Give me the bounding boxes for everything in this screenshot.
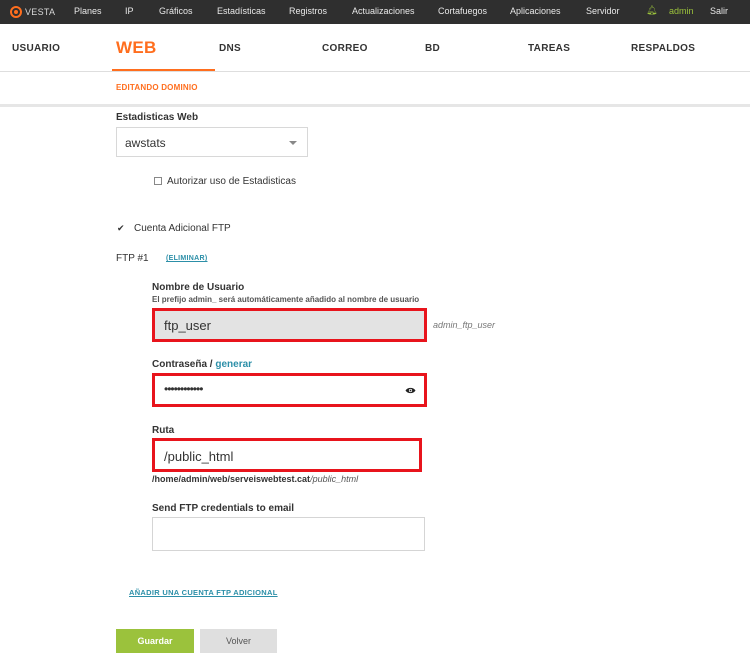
tab-usuario[interactable]: USUARIO	[12, 43, 60, 54]
chevron-down-icon	[289, 141, 297, 145]
username-full: admin_ftp_user	[433, 320, 496, 330]
email-label: Send FTP credentials to email	[152, 503, 295, 514]
breadcrumb: EDITANDO DOMINIO	[116, 83, 198, 92]
tab-correo[interactable]: CORREO	[322, 43, 368, 54]
password-value: ••••••••••••	[164, 382, 203, 396]
username-value: ftp_user	[164, 318, 211, 333]
add-ftp-link[interactable]: AÑADIR UNA CUENTA FTP ADICIONAL	[129, 588, 278, 597]
path-full: /home/admin/web/serveiswebtest.cat/publi…	[152, 474, 358, 484]
path-value: /public_html	[164, 449, 234, 464]
menu-actualizaciones[interactable]: Actualizaciones	[352, 6, 415, 16]
save-button[interactable]: Guardar	[116, 629, 194, 653]
path-full-base: /home/admin/web/serveiswebtest.cat	[152, 474, 311, 484]
menu-ip[interactable]: IP	[125, 6, 134, 16]
menu-servidor[interactable]: Servidor	[586, 6, 620, 16]
password-input[interactable]: ••••••••••••	[152, 373, 427, 407]
menu-graficos[interactable]: Gráficos	[159, 6, 193, 16]
tab-bd[interactable]: BD	[425, 43, 440, 54]
menu-cortafuegos[interactable]: Cortafuegos	[438, 6, 487, 16]
bell-icon[interactable]: 🔔︎	[646, 5, 657, 16]
tab-web[interactable]: WEB	[116, 38, 157, 58]
vesta-logo-icon	[10, 6, 22, 18]
top-bar: VESTA Planes IP Gráficos Estadísticas Re…	[0, 0, 750, 24]
logo-text: VESTA	[25, 7, 56, 17]
menu-estadisticas[interactable]: Estadísticas	[217, 6, 266, 16]
email-input[interactable]	[152, 517, 425, 551]
stats-label: Estadisticas Web	[116, 112, 199, 123]
tab-respaldos[interactable]: RESPALDOS	[631, 43, 695, 54]
menu-aplicaciones[interactable]: Aplicaciones	[510, 6, 561, 16]
username-label: Nombre de Usuario	[152, 282, 245, 293]
stats-select[interactable]: awstats	[116, 127, 308, 157]
stats-auth-label: Autorizar uso de Estadisticas	[167, 176, 296, 187]
back-button[interactable]: Volver	[200, 629, 277, 653]
logout-link[interactable]: Salir	[710, 6, 728, 16]
eye-icon[interactable]	[405, 387, 416, 394]
ftp-title: FTP #1	[116, 253, 149, 264]
ftp-account-checkbox[interactable]: ✔	[117, 224, 125, 233]
path-full-suffix: /public_html	[310, 474, 359, 484]
username-hint: El prefijo admin_ será automáticamente a…	[152, 295, 420, 304]
ftp-account-label: Cuenta Adicional FTP	[134, 223, 231, 234]
username-input[interactable]: ftp_user	[152, 308, 427, 342]
generate-link[interactable]: generar	[215, 359, 252, 370]
tab-tareas[interactable]: TAREAS	[528, 43, 570, 54]
password-label-text: Contraseña /	[152, 359, 213, 370]
password-label: Contraseña / generar	[152, 359, 252, 370]
path-input[interactable]: /public_html	[152, 438, 422, 472]
stats-auth-checkbox[interactable]	[154, 177, 162, 185]
vesta-logo[interactable]: VESTA	[10, 4, 55, 20]
stats-select-value: awstats	[125, 136, 166, 150]
path-label: Ruta	[152, 425, 175, 436]
menu-planes[interactable]: Planes	[74, 6, 102, 16]
tab-dns[interactable]: DNS	[219, 43, 241, 54]
main-nav: USUARIO WEB DNS CORREO BD TAREAS RESPALD…	[0, 24, 750, 72]
ftp-remove-link[interactable]: (ELIMINAR)	[166, 255, 208, 262]
menu-registros[interactable]: Registros	[289, 6, 327, 16]
user-name[interactable]: admin	[669, 6, 694, 16]
active-tab-indicator	[112, 69, 215, 71]
sub-bar: EDITANDO DOMINIO	[0, 72, 750, 107]
